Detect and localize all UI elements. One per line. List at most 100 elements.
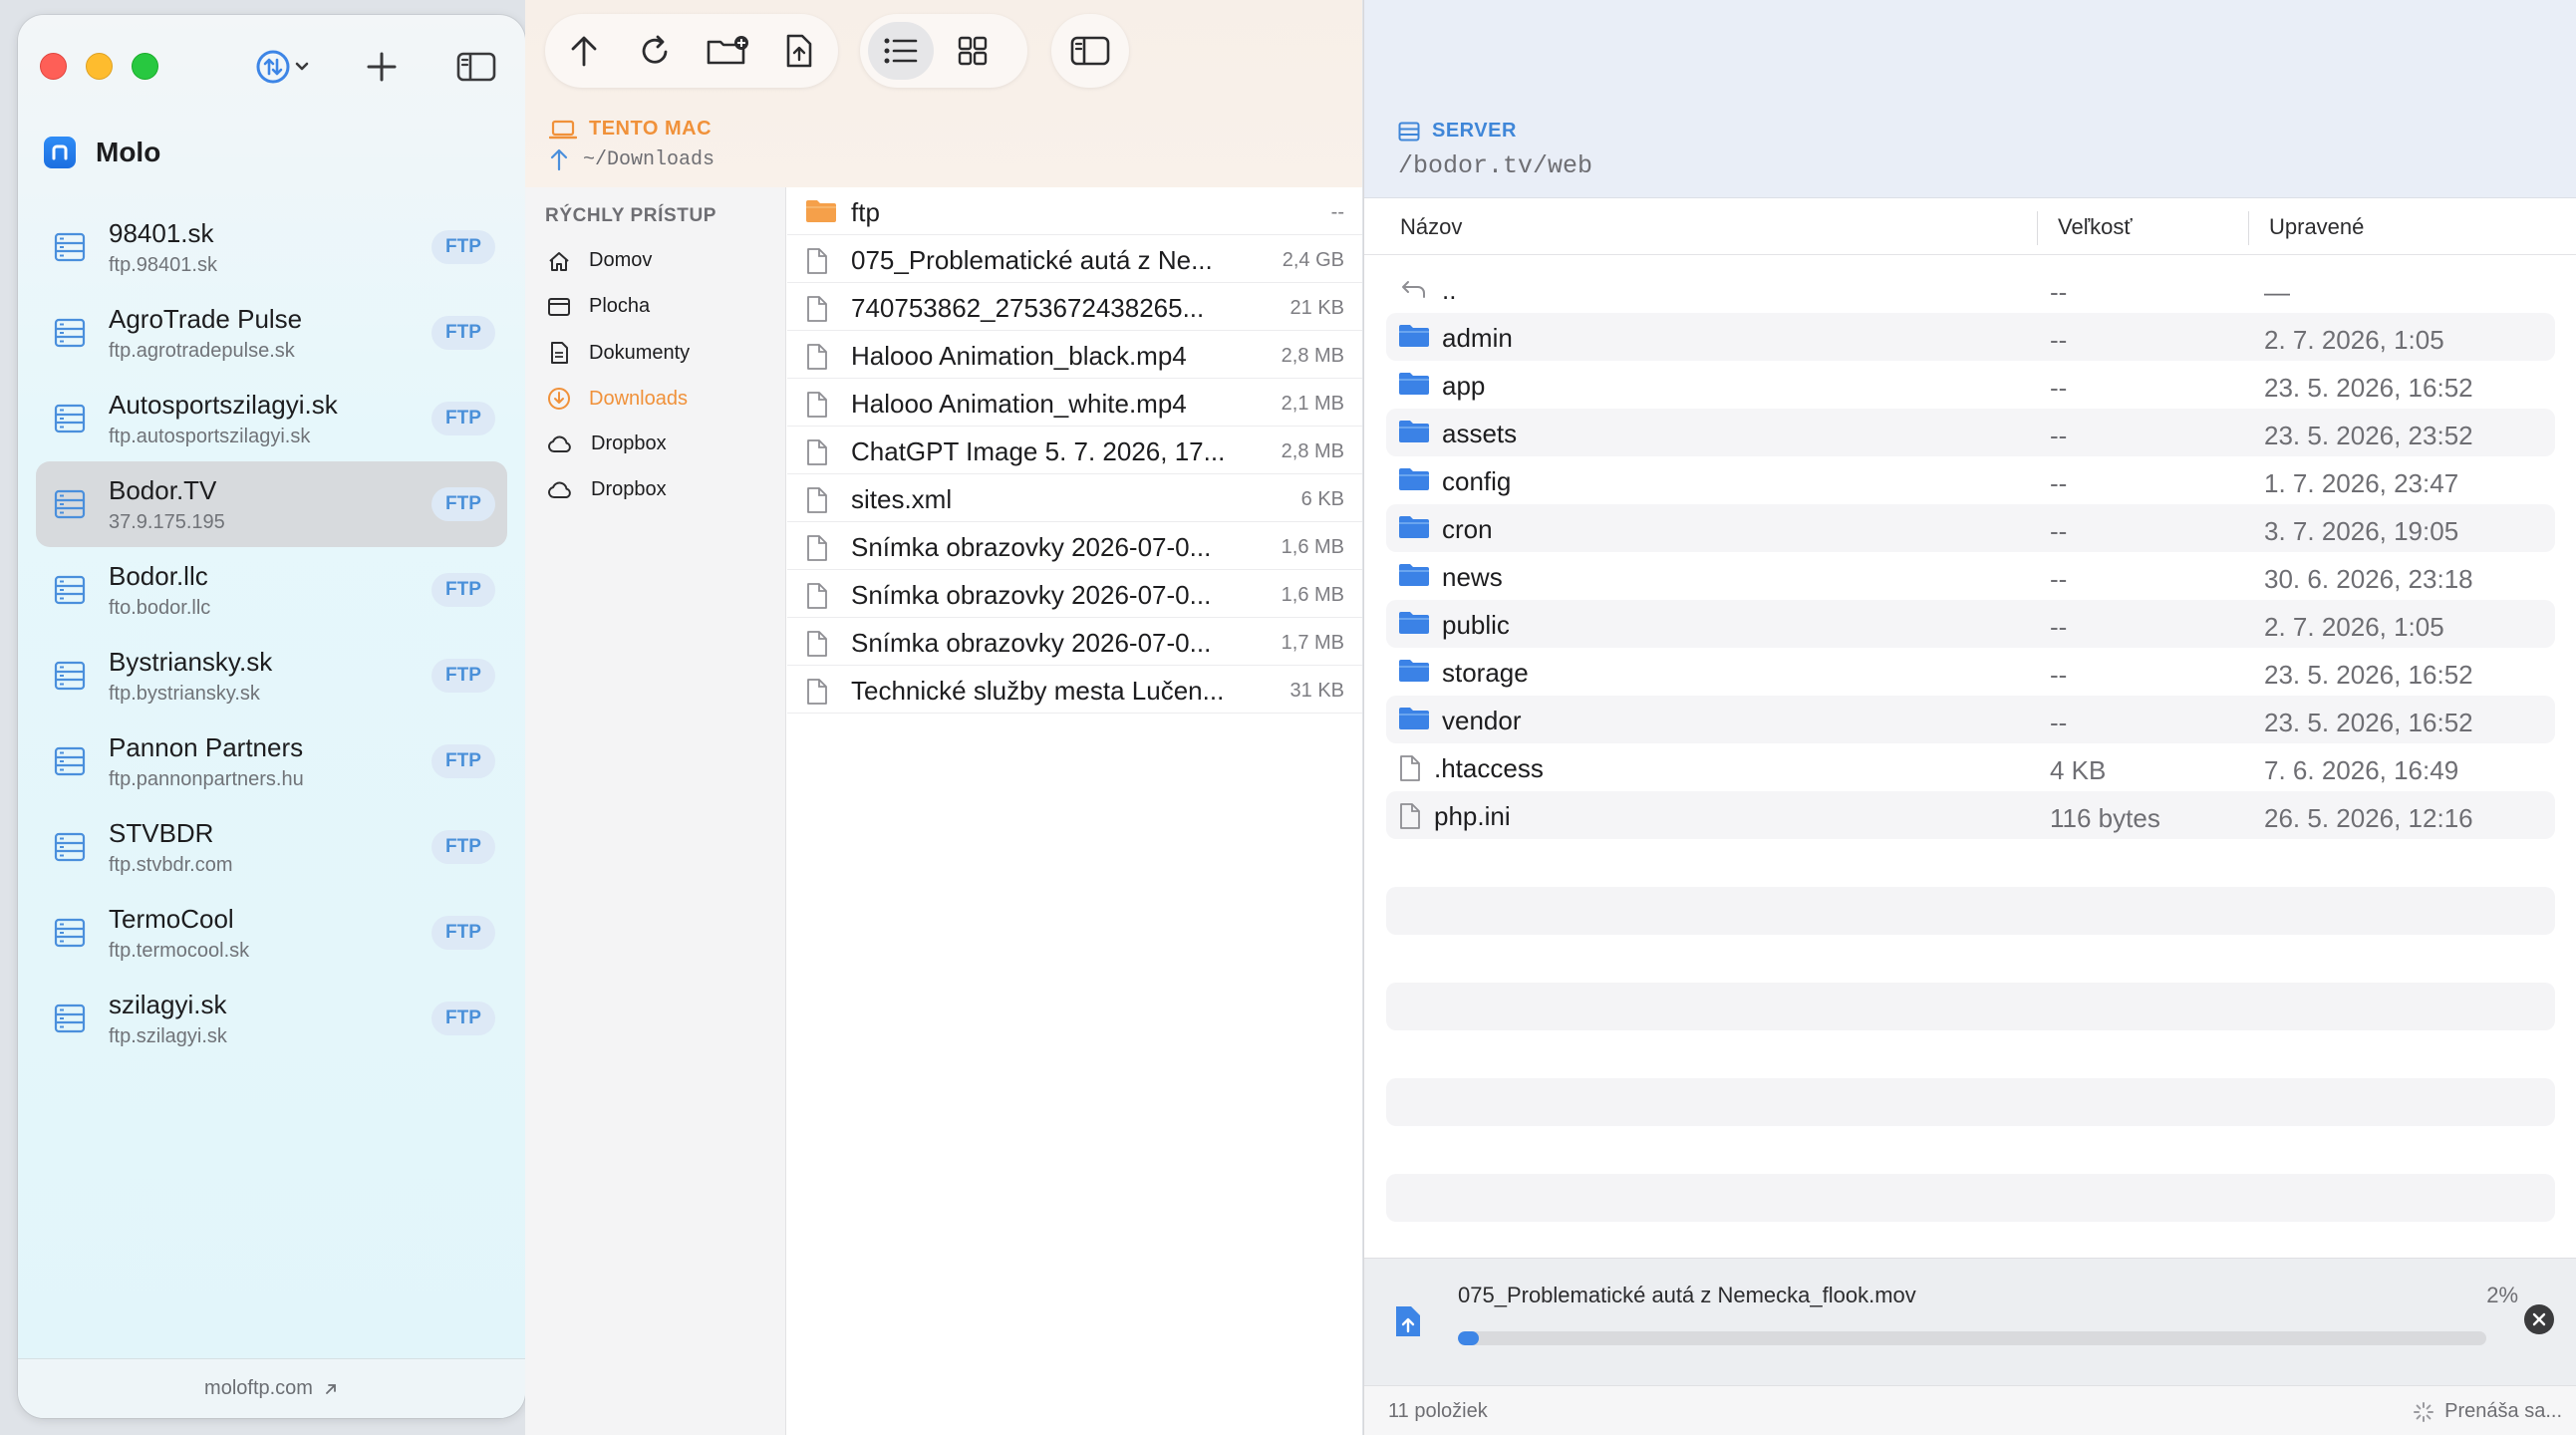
file-icon: [807, 487, 827, 513]
file-row[interactable]: php.ini 116 bytes 26. 5. 2026, 12:16: [1386, 791, 2555, 839]
transfer-progress-bar: [1458, 1331, 2486, 1345]
server-item-bodor-llc[interactable]: Bodor.llc fto.bodor.llc FTP: [36, 547, 507, 633]
server-item-98401[interactable]: 98401.sk ftp.98401.sk FTP: [36, 204, 507, 290]
quick-item-dropbox-2[interactable]: Dropbox: [547, 478, 667, 501]
cancel-transfer-button[interactable]: [2524, 1304, 2554, 1334]
file-row[interactable]: Halooo Animation_white.mp4 2,1 MB: [787, 379, 1362, 427]
file-row[interactable]: 075_Problematické autá z Ne... 2,4 GB: [787, 235, 1362, 283]
sync-menu-button[interactable]: [251, 43, 321, 91]
server-item-szilagyi[interactable]: szilagyi.sk ftp.szilagyi.sk FTP: [36, 976, 507, 1061]
folder-row[interactable]: config -- 1. 7. 2026, 23:47: [1386, 456, 2555, 504]
server-name: 98401.sk: [109, 218, 214, 248]
minimize-window-button[interactable]: [86, 53, 113, 80]
file-icon: [807, 344, 827, 370]
file-row[interactable]: Halooo Animation_black.mp4 2,8 MB: [787, 331, 1362, 379]
grid-view-button[interactable]: [944, 22, 1002, 80]
row-size: 116 bytes: [2050, 803, 2160, 833]
protocol-badge: FTP: [431, 230, 495, 264]
parent-directory-row[interactable]: .. -- —: [1386, 265, 2555, 313]
folder-row[interactable]: storage -- 23. 5. 2026, 16:52: [1386, 648, 2555, 696]
server-item-autosportszilagyi[interactable]: Autosportszilagyi.sk ftp.autosportszilag…: [36, 376, 507, 461]
file-name: Snímka obrazovky 2026-07-0...: [851, 580, 1212, 610]
new-folder-button[interactable]: [699, 22, 756, 80]
column-name[interactable]: Názov: [1400, 214, 1462, 240]
server-item-bodor-tv[interactable]: Bodor.TV 37.9.175.195 FTP: [36, 461, 507, 547]
folder-row[interactable]: cron -- 3. 7. 2026, 19:05: [1386, 504, 2555, 552]
server-icon: [54, 918, 86, 948]
row-name: admin: [1442, 323, 1513, 353]
add-server-button[interactable]: [357, 43, 407, 91]
row-name: news: [1442, 562, 1503, 592]
column-divider[interactable]: [2248, 211, 2249, 245]
server-item-termocool[interactable]: TermoCool ftp.termocool.sk FTP: [36, 890, 507, 976]
refresh-icon: [642, 35, 668, 64]
zoom-window-button[interactable]: [132, 53, 158, 80]
transfer-percent: 2%: [2486, 1283, 2518, 1307]
item-count: 11 položiek: [1388, 1400, 1488, 1422]
cloud-icon: [548, 435, 571, 452]
row-name: .htaccess: [1434, 753, 1544, 783]
remote-file-list: .. -- — admin -- 2. 7. 2026, 1:05 app --…: [1386, 265, 2555, 839]
folder-row[interactable]: vendor -- 23. 5. 2026, 16:52: [1386, 696, 2555, 743]
folder-row[interactable]: public -- 2. 7. 2026, 1:05: [1386, 600, 2555, 648]
file-row[interactable]: Snímka obrazovky 2026-07-0... 1,7 MB: [787, 618, 1362, 666]
app-logo-icon: [44, 137, 76, 168]
file-icon: [807, 392, 827, 418]
toggle-panel-button[interactable]: [1061, 22, 1119, 80]
transfer-panel: 075_Problematické autá z Nemecka_flook.m…: [1364, 1258, 2576, 1385]
row-modified: 30. 6. 2026, 23:18: [2264, 564, 2473, 594]
website-link[interactable]: moloftp.com: [18, 1358, 525, 1418]
quick-item-plocha[interactable]: Plocha: [547, 295, 650, 318]
folder-icon: [1399, 660, 1429, 682]
website-link-label: moloftp.com: [204, 1377, 313, 1399]
file-name: Technické služby mesta Lučen...: [851, 676, 1225, 706]
file-row[interactable]: Technické služby mesta Lučen... 31 KB: [787, 666, 1362, 714]
toggle-sidebar-button[interactable]: [448, 43, 504, 91]
server-item-pannon-partners[interactable]: Pannon Partners ftp.pannonpartners.hu FT…: [36, 718, 507, 804]
column-modified[interactable]: Upravené: [2269, 214, 2364, 240]
row-modified: 2. 7. 2026, 1:05: [2264, 325, 2444, 355]
file-row[interactable]: ChatGPT Image 5. 7. 2026, 17... 2,8 MB: [787, 427, 1362, 474]
upload-button[interactable]: [770, 22, 828, 80]
quick-item-downloads[interactable]: Downloads: [547, 387, 688, 411]
file-row[interactable]: sites.xml 6 KB: [787, 474, 1362, 522]
server-name: Bodor.TV: [109, 475, 217, 505]
close-window-button[interactable]: [40, 53, 67, 80]
column-size[interactable]: Veľkosť: [2058, 214, 2133, 240]
folder-row[interactable]: app -- 23. 5. 2026, 16:52: [1386, 361, 2555, 409]
server-item-bystriansky[interactable]: Bystriansky.sk ftp.bystriansky.sk FTP: [36, 633, 507, 718]
row-size: --: [2050, 708, 2068, 737]
file-row[interactable]: .htaccess 4 KB 7. 6. 2026, 16:49: [1386, 743, 2555, 791]
file-row[interactable]: ftp --: [787, 187, 1362, 235]
download-icon: [548, 388, 570, 410]
server-item-stvbdr[interactable]: STVBDR ftp.stvbdr.com FTP: [36, 804, 507, 890]
quick-item-dokumenty[interactable]: Dokumenty: [547, 341, 690, 365]
file-row[interactable]: Snímka obrazovky 2026-07-0... 1,6 MB: [787, 522, 1362, 570]
refresh-button[interactable]: [627, 22, 685, 80]
protocol-badge: FTP: [431, 402, 495, 435]
protocol-badge: FTP: [431, 1002, 495, 1035]
quick-item-dropbox-1[interactable]: Dropbox: [547, 432, 667, 455]
quick-item-domov[interactable]: Domov: [547, 249, 652, 272]
local-path-text: ~/Downloads: [583, 147, 716, 171]
file-row[interactable]: Snímka obrazovky 2026-07-0... 1,6 MB: [787, 570, 1362, 618]
spinner-icon: [2414, 1401, 2434, 1422]
local-location-label: TENTO MAC: [549, 118, 712, 141]
grid-icon: [958, 36, 988, 66]
file-icon: [1400, 803, 1420, 829]
local-panel: TENTO MAC ~/Downloads RÝCHLY PRÍSTUP Dom…: [525, 0, 1362, 1435]
folder-row[interactable]: assets -- 23. 5. 2026, 23:52: [1386, 409, 2555, 456]
file-row[interactable]: 740753862_2753672438265... 21 KB: [787, 283, 1362, 331]
file-name: ChatGPT Image 5. 7. 2026, 17...: [851, 436, 1226, 466]
go-up-button[interactable]: [555, 22, 613, 80]
server-host: 37.9.175.195: [109, 511, 225, 533]
file-icon: [807, 679, 827, 705]
server-name: Pannon Partners: [109, 732, 304, 762]
list-view-button[interactable]: [868, 22, 934, 80]
column-divider[interactable]: [2037, 211, 2038, 245]
server-icon: [54, 575, 86, 605]
folder-row[interactable]: admin -- 2. 7. 2026, 1:05: [1386, 313, 2555, 361]
server-item-agrotrade-pulse[interactable]: AgroTrade Pulse ftp.agrotradepulse.sk FT…: [36, 290, 507, 376]
folder-row[interactable]: news -- 30. 6. 2026, 23:18: [1386, 552, 2555, 600]
server-icon: [54, 1004, 86, 1033]
